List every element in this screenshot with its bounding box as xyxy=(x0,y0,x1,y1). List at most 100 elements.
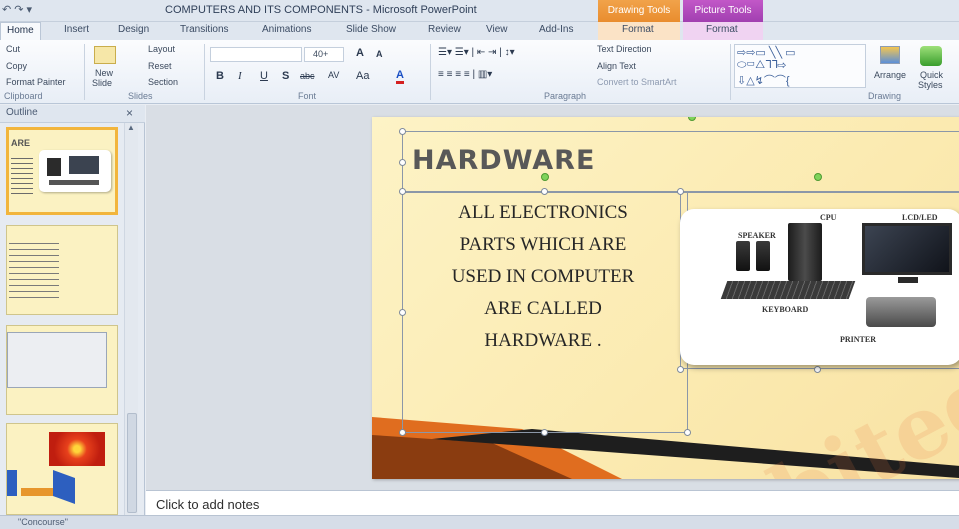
slide-thumbnail-4[interactable] xyxy=(6,423,118,515)
keyboard-label: KEYBOARD xyxy=(762,305,809,314)
alignment-icons[interactable]: ≡ ≡ ≡ ≡ | ▥▾ xyxy=(438,69,492,80)
tab-transitions[interactable]: Transitions xyxy=(180,24,229,35)
new-slide-label-2[interactable]: Slide xyxy=(92,78,112,88)
paragraph-group-label: Paragraph xyxy=(544,91,587,101)
cut-button[interactable]: Cut xyxy=(6,44,20,54)
slide-title[interactable]: HARDWARE xyxy=(412,145,595,176)
tab-review[interactable]: Review xyxy=(428,24,461,35)
pane-scrollbar[interactable]: ▲ xyxy=(124,123,138,515)
speaker-label: SPEAKER xyxy=(738,231,776,240)
new-slide-label[interactable]: New xyxy=(95,68,113,78)
resize-handle[interactable] xyxy=(399,128,406,135)
arrange-icon[interactable] xyxy=(880,46,900,64)
monitor-shape xyxy=(862,223,952,275)
resize-handle[interactable] xyxy=(677,188,684,195)
thumbnail-monitor-shape xyxy=(69,156,99,174)
section-button[interactable]: Section xyxy=(148,77,178,87)
resize-handle[interactable] xyxy=(677,366,684,373)
shapes-gallery[interactable]: ⇨⇨▭ ╲╲ ▭ ⬭▭△⅂⅂⇨ ⇩△↯⌒⌒{ xyxy=(734,44,866,88)
tab-animations[interactable]: Animations xyxy=(262,24,311,35)
reset-button[interactable]: Reset xyxy=(148,61,172,71)
tab-outline[interactable]: Outline xyxy=(6,107,38,118)
underline-button[interactable]: U xyxy=(260,70,268,82)
thumbnail-cpu-shape xyxy=(47,158,61,176)
layout-button[interactable]: Layout xyxy=(148,44,175,54)
thumbnail-flower-image xyxy=(49,432,105,466)
close-icon[interactable]: × xyxy=(126,106,133,120)
slide-thumbnail-2[interactable] xyxy=(6,225,118,315)
resize-handle[interactable] xyxy=(814,366,821,373)
thumbnail-picture xyxy=(39,150,111,192)
monitor-label: LCD/LED xyxy=(902,213,938,222)
font-size-combo[interactable]: 40+ xyxy=(304,47,344,62)
slides-pane: Outline × ARE ▲ xyxy=(0,105,145,515)
italic-button[interactable]: I xyxy=(238,70,242,82)
window-title: COMPUTERS AND ITS COMPONENTS - Microsoft… xyxy=(165,4,477,16)
scrollbar-thumb[interactable] xyxy=(127,413,137,513)
format-painter-button[interactable]: Format Painter xyxy=(6,77,66,87)
resize-handle[interactable] xyxy=(399,309,406,316)
notes-placeholder[interactable]: Click to add notes xyxy=(156,497,259,512)
notes-pane[interactable]: Click to add notes xyxy=(146,490,959,515)
printer-shape xyxy=(866,297,936,327)
slide-thumbnail-3[interactable] xyxy=(6,325,118,415)
tab-slide-show[interactable]: Slide Show xyxy=(346,24,396,35)
arrange-button[interactable]: Arrange xyxy=(874,70,906,80)
slides-group-label: Slides xyxy=(128,91,153,101)
change-case-button[interactable]: Aa xyxy=(356,70,369,82)
rotate-handle[interactable] xyxy=(541,173,549,181)
tab-drawing-format[interactable]: Format xyxy=(622,24,654,35)
tab-add-ins[interactable]: Add-Ins xyxy=(539,24,573,35)
resize-handle[interactable] xyxy=(399,429,406,436)
convert-smartart-button[interactable]: Convert to SmartArt xyxy=(597,77,677,87)
pane-header: Outline × xyxy=(0,105,145,123)
thumbnail-text-lines xyxy=(11,154,33,194)
hardware-picture[interactable]: CPU LCD/LED SPEAKER KEYBOARD PRINTER xyxy=(680,209,959,365)
picture-tools-context-tab: Picture Tools xyxy=(683,0,763,22)
text-shadow-button[interactable]: S xyxy=(282,70,289,82)
tab-design[interactable]: Design xyxy=(118,24,149,35)
scroll-up-icon[interactable]: ▲ xyxy=(127,123,135,132)
bold-button[interactable]: B xyxy=(216,70,224,82)
shapes-row-icon: ⇨⇨▭ ╲╲ ▭ xyxy=(737,47,796,59)
body-line: HARDWARE . xyxy=(484,330,602,351)
copy-button[interactable]: Copy xyxy=(6,61,27,71)
bullets-icon[interactable]: ☰▾ ☰▾ | ⇤ ⇥ | ↕▾ xyxy=(438,47,515,58)
tab-insert[interactable]: Insert xyxy=(64,24,89,35)
divider xyxy=(430,44,431,100)
quick-styles-icon[interactable] xyxy=(920,46,942,66)
slide-body-text[interactable]: ALL ELECTRONICS PARTS WHICH ARE USED IN … xyxy=(408,197,678,357)
resize-handle[interactable] xyxy=(399,159,406,166)
body-line: ARE CALLED xyxy=(484,298,602,319)
tab-view[interactable]: View xyxy=(486,24,508,35)
align-text-button[interactable]: Align Text xyxy=(597,61,636,71)
new-slide-icon[interactable] xyxy=(94,46,116,64)
quick-styles-label[interactable]: Quick xyxy=(920,70,943,80)
character-spacing-button[interactable]: AV xyxy=(328,70,339,80)
body-line: ALL ELECTRONICS xyxy=(458,202,628,223)
divider xyxy=(84,44,85,100)
current-slide[interactable]: biteq Aca HARDWARE ALL ELECTRONICS PARTS… xyxy=(372,117,959,479)
shapes-row-icon: ⬭▭△⅂⅂⇨ xyxy=(737,59,787,71)
resize-handle[interactable] xyxy=(399,188,406,195)
strikethrough-button[interactable]: abc xyxy=(300,71,315,81)
font-name-combo[interactable] xyxy=(210,47,302,62)
rotate-handle[interactable] xyxy=(814,173,822,181)
grow-font-icon[interactable]: A xyxy=(356,47,364,59)
text-direction-button[interactable]: Text Direction xyxy=(597,44,652,54)
font-size-value: 40+ xyxy=(313,49,329,59)
tab-home[interactable]: Home xyxy=(0,22,41,41)
quick-access-toolbar[interactable]: ↶ ↷ ▾ xyxy=(2,3,32,16)
thumbnail-content-box xyxy=(7,332,107,388)
resize-handle[interactable] xyxy=(541,429,548,436)
tab-picture-format[interactable]: Format xyxy=(706,24,738,35)
font-color-button[interactable]: A xyxy=(396,69,404,84)
ribbon: Cut Copy Format Painter Clipboard New Sl… xyxy=(0,40,959,104)
slide-thumbnail-1[interactable]: ARE xyxy=(6,127,118,215)
quick-styles-label-2[interactable]: Styles xyxy=(918,80,943,90)
shapes-row-icon: ⇩△↯⌒⌒{ xyxy=(737,75,790,87)
resize-handle[interactable] xyxy=(541,188,548,195)
shrink-font-icon[interactable]: A xyxy=(376,49,383,59)
resize-handle[interactable] xyxy=(684,429,691,436)
ribbon-tab-bar: Home Insert Design Transitions Animation… xyxy=(0,22,959,41)
